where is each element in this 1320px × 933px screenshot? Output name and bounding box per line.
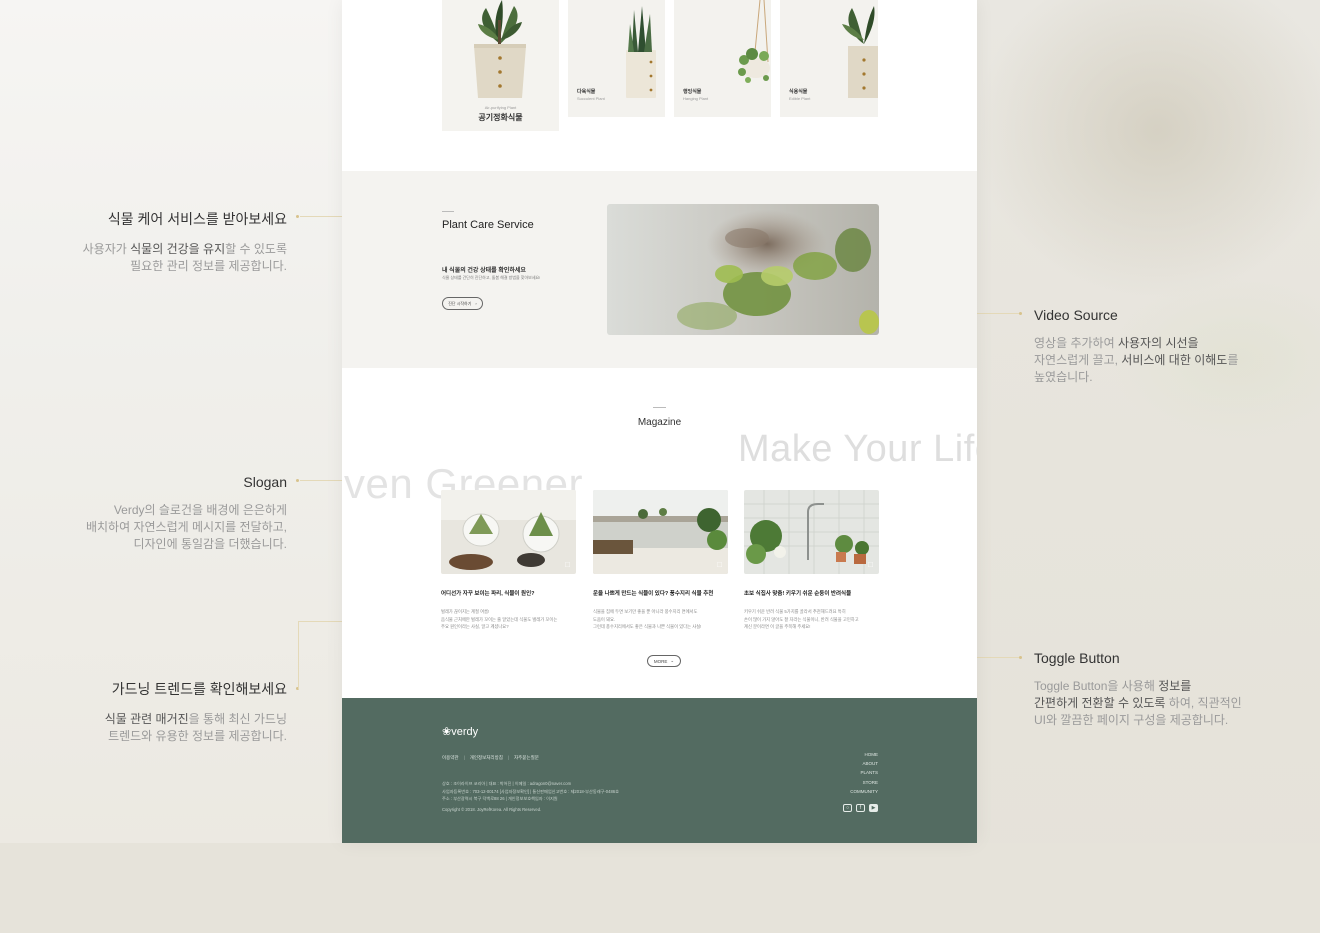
plant-care-section: Plant Care Service 내 식물의 건강 상태를 확인하세요 식물… <box>342 171 977 368</box>
annotation-slogan-dot <box>296 479 299 482</box>
plant-card-sub: Air-purifying Plant <box>484 105 517 110</box>
annotation-slogan-line <box>300 480 342 481</box>
background-left <box>0 0 342 933</box>
annotation-care-desc: 사용자가 식물의 건강을 유지할 수 있도록 필요한 관리 정보를 제공합니다. <box>82 242 287 273</box>
footer-nav-store[interactable]: STORE <box>822 778 878 787</box>
annotation-care-title: 식물 케어 서비스를 받아보세요 <box>107 211 287 227</box>
site-footer: ❀verdy 이용약관 | 개인정보처리방침 | 자주묻는질문 상호 : 조이라… <box>342 698 977 843</box>
magazine-title: Magazine <box>637 417 682 428</box>
facebook-icon[interactable]: f <box>856 804 865 812</box>
annotation-video-title: Video Source <box>1034 307 1118 323</box>
plant-card-air-purifying[interactable]: Air-purifying Plant 공기정화식물 <box>442 0 559 131</box>
plant-card-edible[interactable]: 식용식물 Edible Plant <box>780 0 878 117</box>
plant-care-video[interactable] <box>607 204 879 335</box>
plant-card-title: 공기정화식물 <box>478 113 523 122</box>
youtube-icon[interactable]: ▶ <box>869 804 878 812</box>
plant-care-title: Plant Care Service <box>442 219 534 231</box>
footer-nav-home[interactable]: HOME <box>822 750 879 759</box>
footer-nav-about[interactable]: ABOUT <box>822 759 878 768</box>
annotation-toggle-title: Toggle Button <box>1034 650 1120 666</box>
more-toggle-button[interactable]: MORE ⌄ <box>647 655 681 667</box>
annotation-trend-line-v <box>298 621 299 689</box>
plant-card-hanging[interactable]: 행잉식물 Hanging Plant <box>674 0 771 117</box>
footer-links: 이용약관 | 개인정보처리방침 | 자주묻는질문 <box>442 755 539 761</box>
annotation-slogan-desc: Verdy의 슬로건을 배경에 은은하게 배치하여 자연스럽게 메시지를 전달하… <box>85 503 287 551</box>
chevron-down-icon: ⌄ <box>670 658 675 663</box>
footer-link-terms[interactable]: 이용약관 <box>442 755 459 761</box>
diagnose-button-label: 진단 시작하기 <box>448 300 472 306</box>
thumbnail-kitchen <box>744 490 879 574</box>
plant-card-sub: Hanging Plant <box>683 96 709 101</box>
annotation-toggle: Toggle Button Toggle Button을 사용해 정보를 간편하… <box>1034 650 1242 729</box>
magazine-thumbnail[interactable]: □ <box>744 490 879 574</box>
footer-link-faq[interactable]: 자주묻는질문 <box>514 755 539 761</box>
magazine-item-text: 식물을 집에 두면 보기만 좋을 뿐 아니라 풍수지리 면에서도 도움이 돼요.… <box>593 609 702 629</box>
annotation-care-dot <box>296 215 299 218</box>
magazine-thumbnail[interactable]: □ <box>593 490 728 574</box>
plant-card-title: 다육식물 <box>577 89 596 95</box>
annotation-video-dot <box>1019 312 1022 315</box>
more-button-label: MORE <box>653 658 668 664</box>
plant-care-desc: 식물 상태를 간단히 진단하고, 돌봄 해결 방법을 찾아보세요! <box>442 275 541 280</box>
plant-care-caption: 내 식물의 건강 상태를 확인하세요 <box>442 268 526 274</box>
annotation-care: 식물 케어 서비스를 받아보세요 사용자가 식물의 건강을 유지할 수 있도록 … <box>60 209 287 275</box>
plant-card-sub: Succulent Plant <box>577 96 605 101</box>
background-bottom <box>0 843 1320 933</box>
footer-copyright: Copyright © 2018. JoyRefKorea. All Right… <box>442 807 542 812</box>
magazine-item-text: 벌레가 끊이지는 계절 여름! 음식물 근처에만 벌레가 꼬이는 줄 알았는데 … <box>441 609 558 629</box>
annotation-toggle-desc: Toggle Button을 사용해 정보를 간편하게 전환할 수 있도록 하여… <box>1034 679 1242 727</box>
footer-nav-community[interactable]: COMMUNITY <box>822 787 878 796</box>
magazine-item[interactable]: □ 어디선가 자꾸 보이는 파리, 식물이 원인? 벌레가 끊이지는 계절 여름… <box>441 490 576 631</box>
section-dash <box>653 407 666 408</box>
annotation-video-desc: 영상을 추가하여 사용자의 시선을 자연스럽게 끌고, 서비스에 대한 이해도를… <box>1034 336 1239 384</box>
annotation-slogan: Slogan Verdy의 슬로건을 배경에 은은하게 배치하여 자연스럽게 메… <box>60 474 287 553</box>
magazine-item-text: 키우기 쉬운 반려 식물 5가지를 골라서 추천해드려요 특히 손이 많이 가지… <box>744 609 859 629</box>
magazine-item[interactable]: □ 운을 나쁘게 만드는 식물이 있다? 풍수지리 식물 추천 식물을 집에 두… <box>593 490 728 631</box>
video-frame-image <box>607 204 879 335</box>
footer-social: ○ f ▶ <box>843 804 878 812</box>
bookmark-icon[interactable]: □ <box>565 560 570 569</box>
footer-link-privacy[interactable]: 개인정보처리방침 <box>470 755 503 761</box>
bookmark-icon[interactable]: □ <box>868 560 873 569</box>
footer-nav: HOME ABOUT PLANTS STORE COMMUNITY <box>822 750 878 796</box>
footer-link-separator: | <box>463 755 465 760</box>
plant-card-title: 행잉식물 <box>683 89 702 95</box>
annotation-trend: 가드닝 트렌드를 확인해보세요 식물 관련 매거진을 통해 최신 가드닝 트렌드… <box>60 679 287 745</box>
annotation-trend-title: 가드닝 트렌드를 확인해보세요 <box>111 681 287 697</box>
website-mockup: Air-purifying Plant 공기정화식물 다육식물 Succulen… <box>342 0 977 843</box>
annotation-trend-desc: 식물 관련 매거진을 통해 최신 가드닝 트렌드와 유용한 정보를 제공합니다. <box>104 712 287 743</box>
background-right <box>977 0 1320 933</box>
section-dash <box>442 211 454 212</box>
thumbnail-air-plants <box>441 490 576 574</box>
magazine-item[interactable]: □ 초보 식집사 맞춤! 키우기 쉬운 순둥이 반려식물 키우기 쉬운 반려 식… <box>744 490 879 631</box>
plant-card-sub: Edible Plant <box>789 96 811 101</box>
plant-card-title: 식용식물 <box>789 89 808 95</box>
plant-card-succulent[interactable]: 다육식물 Succulent Plant <box>568 0 665 117</box>
diagnose-button[interactable]: 진단 시작하기 › <box>442 297 483 310</box>
annotation-video: Video Source 영상을 추가하여 사용자의 시선을 자연스럽게 끌고,… <box>1034 307 1238 386</box>
footer-link-separator: | <box>507 755 510 760</box>
thumbnail-windowsill <box>593 490 728 574</box>
annotation-toggle-dot <box>1019 656 1022 659</box>
chevron-right-icon: › <box>475 301 477 306</box>
bookmark-icon[interactable]: □ <box>717 560 722 569</box>
footer-logo[interactable]: ❀verdy <box>442 725 478 738</box>
magazine-item-title: 어디선가 자꾸 보이는 파리, 식물이 원인? <box>441 591 535 597</box>
magazine-item-title: 운을 나쁘게 만드는 식물이 있다? 풍수지리 식물 추천 <box>593 591 714 597</box>
instagram-icon[interactable]: ○ <box>843 804 852 812</box>
leaf-logo-icon: ❀ <box>442 726 452 738</box>
magazine-item-title: 초보 식집사 맞춤! 키우기 쉬운 순둥이 반려식물 <box>744 591 852 597</box>
annotation-slogan-title: Slogan <box>243 474 287 490</box>
footer-company-info: 상호 : 조이라이프 코리아 | 대표 : 박어진 | 이메일 : adrago… <box>442 781 619 801</box>
slogan-text-right: Make Your Life <box>738 428 977 470</box>
footer-nav-plants[interactable]: PLANTS <box>822 768 878 777</box>
magazine-thumbnail[interactable]: □ <box>441 490 576 574</box>
